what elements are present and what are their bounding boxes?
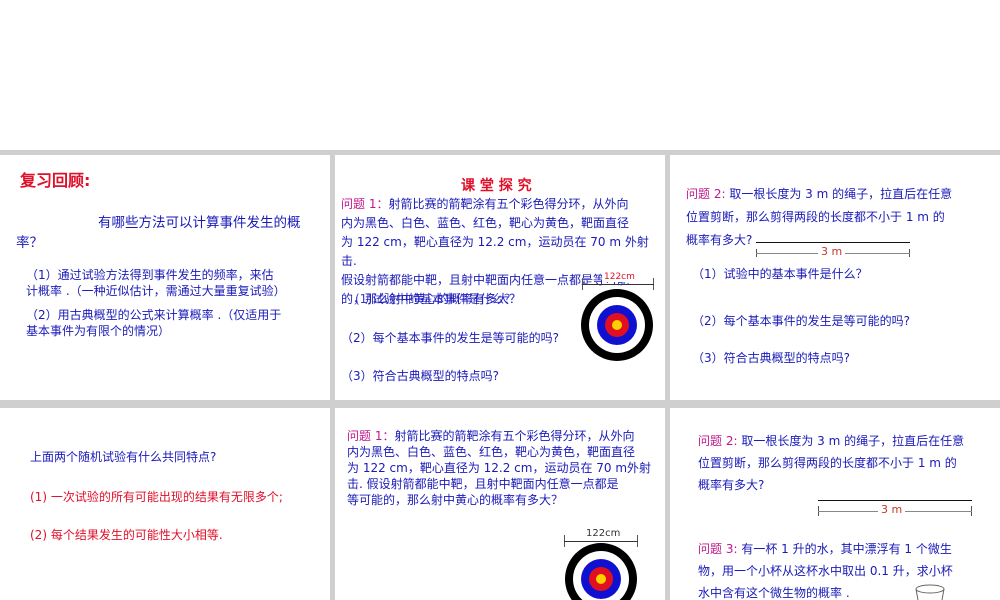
water-cup-icon — [915, 584, 945, 600]
common-features-question: 上面两个随机试验有什么共同特点? — [30, 450, 217, 464]
problem-2-line-1: 取一根长度为 3 m 的绳子，拉直后在任意 — [737, 434, 965, 448]
problem-1-line-2: 内为黑色、白色、蓝色、红色，靶心为黄色，靶面直径 — [341, 216, 630, 230]
problem-1-line-3: 为 122 cm，靶心直径为 12.2 cm，运动员在 70 m 外射 — [341, 235, 649, 249]
problem-1-line-4: 击. — [341, 254, 357, 268]
slide-problem-1-repeat[interactable]: 问题 1：射箭比赛的箭靶涂有五个彩色得分环，从外向 内为黑色、白色、蓝色、红色，… — [335, 408, 665, 600]
sub-question-2: （2）每个基本事件的发生是等可能的吗? — [692, 314, 911, 328]
review-question: 有哪些方法可以计算事件发生的概率？ — [16, 215, 301, 251]
target-diameter-label: 122cm — [584, 528, 623, 539]
slide-problem-2[interactable]: 问题 2: 取一根长度为 3 m 的绳子，拉直后在任意 位置剪断，那么剪得两段的… — [670, 155, 1000, 400]
sub-question-1: （1）试验中的基本事件是什么？ — [692, 267, 868, 281]
sub-question-2: （2）每个基本事件的发生是等可能的吗? — [341, 331, 560, 345]
problem-3-line-1: 有一杯 1 升的水，其中漂浮有 1 个微生 — [737, 542, 952, 556]
rope-diagram: 3 m — [818, 498, 972, 518]
problem-1-line-1: 射箭比赛的箭靶涂有五个彩色得分环，从外向 — [388, 197, 629, 211]
method-1-line-2: 计概率 .（一种近似估计，需通过大量重复试验） — [26, 284, 286, 298]
archery-target-icon — [581, 289, 653, 361]
rope-diagram: 3 m — [756, 237, 910, 258]
problem-2-line-1: 取一根长度为 3 m 的绳子，拉直后在任意 — [725, 187, 953, 201]
target-diameter-label: 122cm — [602, 272, 637, 282]
problem-1-line-1: 射箭比赛的箭靶涂有五个彩色得分环，从外向 — [394, 429, 635, 443]
sub-question-3: （3）符合古典概型的特点吗? — [341, 369, 500, 383]
problem-3-text: 问题 3: 有一杯 1 升的水，其中漂浮有 1 个微生 物，用一个小杯从这杯水中… — [698, 538, 998, 600]
problem-2-label: 问题 2: — [698, 434, 738, 448]
problem-2-line-2: 位置剪断，那么剪得两段的长度都不小于 1 m 的 — [698, 456, 957, 470]
archery-target-icon — [565, 543, 637, 600]
rope-length-label: 3 m — [818, 245, 846, 258]
slide-problems-2-3[interactable]: 问题 2: 取一根长度为 3 m 的绳子，拉直后在任意 位置剪断，那么剪得两段的… — [670, 408, 1000, 600]
problem-2-label: 问题 2: — [686, 187, 726, 201]
problem-1-text: 问题 1：射箭比赛的箭靶涂有五个彩色得分环，从外向 内为黑色、白色、蓝色、红色，… — [347, 428, 663, 508]
feature-2: (2) 每个结果发生的可能性大小相等. — [30, 528, 223, 542]
slide-review[interactable]: 复习回顾: 有哪些方法可以计算事件发生的概率？ （1）通过试验方法得到事件发生的… — [0, 155, 330, 400]
problem-1-line-5: 等可能的，那么射中黄心的概率有多大？ — [347, 493, 564, 507]
overlapping-sub-question-1: (1)试验中的基本事件是什么？ — [355, 292, 516, 306]
problem-1-label: 问题 1： — [347, 429, 395, 443]
middle-separator — [0, 400, 1000, 408]
problem-3-line-2: 物，用一个小杯从这杯水中取出 0.1 升，求小杯 — [698, 564, 953, 578]
problem-1-line-3: 为 122 cm，靶心直径为 12.2 cm，运动员在 70 m外射 — [347, 461, 652, 475]
problem-3-line-3: 水中含有这个微生物的概率 . — [698, 586, 850, 600]
slide-exploration[interactable]: 课 堂 探 究 问题 1：射箭比赛的箭靶涂有五个彩色得分环，从外向 内为黑色、白… — [335, 155, 665, 400]
feature-1: (1) 一次试验的所有可能出现的结果有无限多个; — [30, 490, 283, 504]
problem-1-line-4: 击. 假设射箭都能中靶，且射中靶面内任意一点都是 — [347, 477, 619, 491]
problem-2-line-2: 位置剪断，那么剪得两段的长度都不小于 1 m 的 — [686, 210, 945, 224]
problem-3-label: 问题 3: — [698, 542, 738, 556]
sub-question-3: （3）符合古典概型的特点吗? — [692, 351, 851, 365]
slide-title: 课 堂 探 究 — [461, 178, 532, 194]
problem-2-line-3: 概率有多大? — [698, 478, 765, 492]
problem-1-line-2: 内为黑色、白色、蓝色、红色，靶心为黄色，靶面直径 — [347, 445, 636, 459]
problem-2-text: 问题 2: 取一根长度为 3 m 的绳子，拉直后在任意 位置剪断，那么剪得两段的… — [698, 430, 998, 496]
slide-common-features[interactable]: 上面两个随机试验有什么共同特点? (1) 一次试验的所有可能出现的结果有无限多个… — [0, 408, 330, 600]
rope-length-label: 3 m — [878, 503, 906, 516]
problem-1-label: 问题 1： — [341, 197, 389, 211]
slide-title: 复习回顾: — [20, 171, 91, 190]
method-2-line-2: 基本事件为有限个的情况） — [26, 324, 171, 338]
